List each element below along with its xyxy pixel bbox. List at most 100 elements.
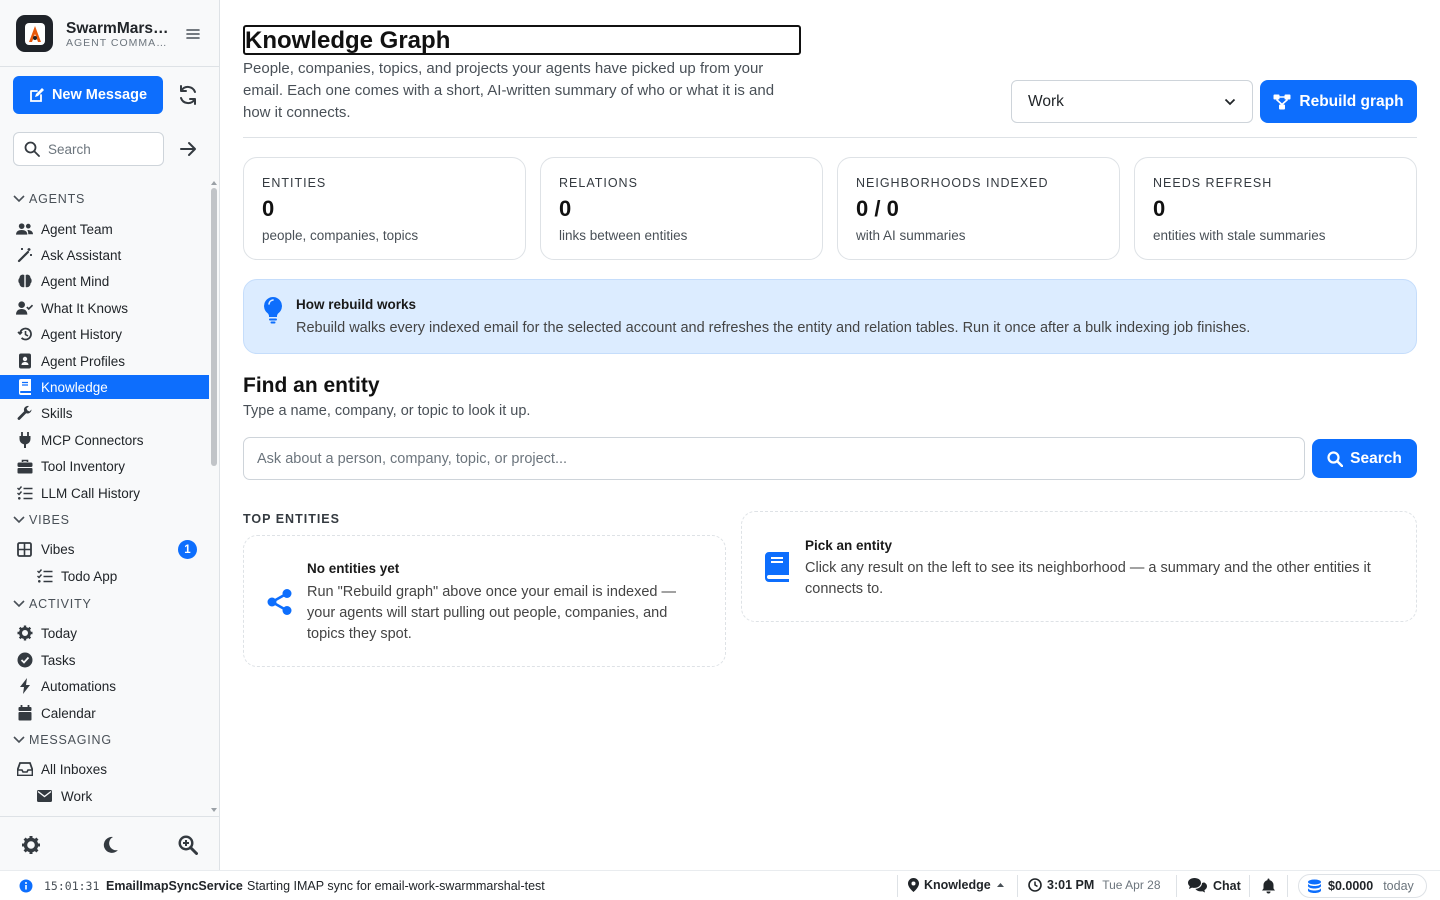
sidebar-item-knowledge[interactable]: Knowledge [0, 375, 209, 399]
entity-search-label: Search [1350, 449, 1402, 467]
sidebar-item-automations[interactable]: Automations [0, 674, 209, 698]
check-circle-icon [16, 652, 33, 669]
app-logo[interactable] [16, 15, 53, 52]
sidebar-item-all-inboxes[interactable]: All Inboxes [0, 757, 209, 781]
app-subtitle: AGENT COMMAND [66, 37, 171, 49]
find-entity-title: Find an entity [243, 374, 380, 397]
sidebar: SwarmMarshal AGENT COMMAND New Message S… [0, 0, 220, 870]
stat-card-entities: ENTITIES 0 people, companies, topics [243, 157, 526, 260]
dark-mode-moon-icon[interactable] [100, 835, 120, 855]
sidebar-item-todo-app[interactable]: Todo App [0, 564, 209, 588]
notifications-bell-icon[interactable] [1261, 878, 1276, 894]
list-check-icon [16, 485, 33, 502]
account-select[interactable]: Work [1011, 80, 1253, 123]
users-icon [16, 221, 33, 238]
sidebar-item-ask-assistant[interactable]: Ask Assistant [0, 243, 209, 267]
location-indicator[interactable]: Knowledge [908, 878, 1005, 892]
location-label: Knowledge [924, 878, 991, 892]
account-select-value: Work [1028, 92, 1064, 110]
sidebar-item-today[interactable]: Today [0, 621, 209, 645]
page-title: Knowledge Graph [243, 25, 801, 55]
info-circle-icon [19, 879, 33, 893]
sidebar-nav: AGENTS Agent Team Ask Assistant Agent Mi… [0, 176, 209, 816]
logo-icon [24, 22, 45, 45]
status-divider [1017, 875, 1018, 897]
sidebar-item-what-it-knows[interactable]: What It Knows [0, 296, 209, 320]
stat-label: NEEDS REFRESH [1153, 176, 1273, 190]
settings-gear-icon[interactable] [21, 835, 41, 855]
sidebar-item-agent-mind[interactable]: Agent Mind [0, 269, 209, 293]
sidebar-footer [0, 816, 219, 870]
sidebar-item-vibes[interactable]: Vibes 1 [0, 537, 209, 561]
stat-card-relations: RELATIONS 0 links between entities [540, 157, 823, 260]
sidebar-item-tasks[interactable]: Tasks [0, 648, 209, 672]
stat-caption: with AI summaries [856, 228, 966, 243]
brain-icon [16, 273, 33, 290]
arrow-right-icon[interactable] [178, 139, 198, 159]
magic-wand-icon [16, 247, 33, 264]
stat-label: ENTITIES [262, 176, 327, 190]
stat-caption: entities with stale summaries [1153, 228, 1326, 243]
sidebar-item-skills[interactable]: Skills [0, 401, 209, 425]
sidebar-item-llm-call-history[interactable]: LLM Call History [0, 481, 209, 505]
stat-value: 0 / 0 [856, 196, 899, 221]
stat-caption: links between entities [559, 228, 688, 243]
info-text: Rebuild walks every indexed email for th… [296, 320, 1251, 336]
share-nodes-icon [266, 588, 294, 616]
id-badge-icon [16, 353, 33, 370]
header-divider [243, 137, 1417, 138]
app-name: SwarmMarshal [66, 20, 171, 37]
inbox-icon [16, 761, 33, 778]
stat-card-neighborhoods: NEIGHBORHOODS INDEXED 0 / 0 with AI summ… [837, 157, 1120, 260]
no-entities-card: No entities yet Run "Rebuild graph" abov… [243, 535, 726, 667]
sidebar-item-tool-inventory[interactable]: Tool Inventory [0, 454, 209, 478]
pick-entity-card: Pick an entity Click any result on the l… [741, 511, 1417, 622]
search-icon [24, 141, 40, 157]
chevron-down-icon [13, 736, 25, 744]
section-messaging[interactable]: MESSAGING [12, 733, 112, 747]
sidebar-item-calendar[interactable]: Calendar [0, 701, 209, 725]
sidebar-item-agent-history[interactable]: Agent History [0, 322, 209, 346]
chevron-down-icon [13, 195, 25, 203]
new-message-button[interactable]: New Message [13, 76, 163, 114]
sidebar-item-agent-team[interactable]: Agent Team [0, 217, 209, 241]
clock: 3:01 PM Tue Apr 28 [1028, 878, 1161, 892]
empty-state-text: Run "Rebuild graph" above once your emai… [307, 584, 676, 642]
sidebar-item-agent-profiles[interactable]: Agent Profiles [0, 349, 209, 373]
sidebar-search-box[interactable] [13, 132, 164, 166]
sidebar-item-work-inbox[interactable]: Work [0, 784, 209, 808]
entity-search-input[interactable] [243, 437, 1305, 480]
sidebar-search-input[interactable] [48, 141, 148, 157]
chat-button[interactable]: Chat [1188, 878, 1241, 893]
bolt-icon [16, 678, 33, 695]
book-icon [16, 379, 33, 396]
status-divider [1249, 875, 1250, 897]
graph-nodes-icon [1273, 94, 1291, 109]
rebuild-graph-label: Rebuild graph [1299, 92, 1404, 110]
top-entities-heading: TOP ENTITIES [243, 512, 340, 526]
user-check-icon [16, 300, 33, 317]
sidebar-scroll-thumb[interactable] [211, 188, 217, 466]
section-agents[interactable]: AGENTS [12, 192, 85, 206]
zoom-in-icon[interactable] [178, 835, 198, 855]
clock-icon [1028, 878, 1042, 892]
chevron-down-icon [13, 516, 25, 524]
section-vibes[interactable]: VIBES [12, 513, 70, 527]
entity-search-button[interactable]: Search [1312, 439, 1417, 478]
section-activity[interactable]: ACTIVITY [12, 597, 92, 611]
page-description: People, companies, topics, and projects … [243, 60, 775, 121]
find-entity-subtitle: Type a name, company, or topic to look i… [243, 403, 531, 419]
rebuild-graph-button[interactable]: Rebuild graph [1260, 80, 1417, 123]
refresh-icon[interactable] [177, 84, 199, 106]
status-divider [1287, 875, 1288, 897]
calendar-icon [16, 705, 33, 722]
status-divider [1176, 875, 1177, 897]
cost-indicator[interactable]: $0.0000 today [1298, 874, 1427, 898]
log-service: EmailImapSyncService [106, 879, 243, 893]
wrench-icon [16, 405, 33, 422]
status-bar: 15:01:31 EmailImapSyncService Starting I… [0, 870, 1440, 900]
sidebar-item-mcp-connectors[interactable]: MCP Connectors [0, 428, 209, 452]
compose-icon [30, 88, 44, 102]
menu-toggle-icon[interactable] [184, 25, 202, 43]
caret-up-icon [996, 883, 1004, 887]
